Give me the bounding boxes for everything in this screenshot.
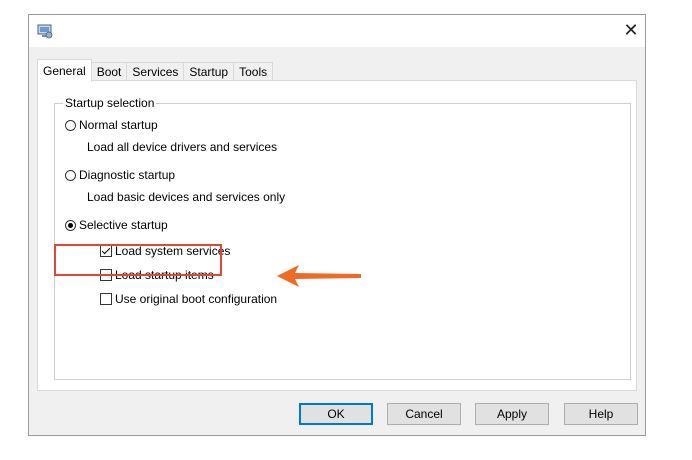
checkbox-unchecked[interactable] xyxy=(100,293,112,305)
tab-bar: General Boot Services Startup Tools xyxy=(37,59,274,82)
diagnostic-startup-description: Load basic devices and services only xyxy=(87,190,286,204)
msconfig-icon xyxy=(37,23,53,39)
dialog-button-bar: OK Cancel Apply Help xyxy=(29,401,645,429)
use-original-boot-checkbox[interactable]: Use original boot configuration xyxy=(100,292,277,306)
use-original-boot-label: Use original boot configuration xyxy=(115,292,278,306)
tab-services[interactable]: Services xyxy=(126,62,185,82)
general-tab-panel: Startup selection Normal startup Load al… xyxy=(37,80,637,391)
title-bar: ✕ xyxy=(29,15,645,47)
system-configuration-window: ✕ General Boot Services Startup Tools St… xyxy=(28,14,646,436)
close-icon[interactable]: ✕ xyxy=(617,15,645,45)
tab-boot[interactable]: Boot xyxy=(90,62,128,82)
normal-startup-description: Load all device drivers and services xyxy=(87,140,278,154)
startup-selection-group: Startup selection Normal startup Load al… xyxy=(54,96,631,380)
ok-button[interactable]: OK xyxy=(299,403,373,425)
diagnostic-startup-label: Diagnostic startup xyxy=(79,168,176,182)
group-label: Startup selection xyxy=(63,96,157,110)
tab-tools[interactable]: Tools xyxy=(233,62,274,82)
cancel-button[interactable]: Cancel xyxy=(387,403,461,425)
tab-startup[interactable]: Startup xyxy=(183,62,235,82)
radio-button[interactable] xyxy=(65,119,76,131)
selective-startup-radio[interactable]: Selective startup xyxy=(65,218,168,232)
normal-startup-radio[interactable]: Normal startup xyxy=(65,118,158,132)
help-button[interactable]: Help xyxy=(564,403,638,425)
tab-general[interactable]: General xyxy=(37,59,92,82)
apply-button[interactable]: Apply xyxy=(475,403,549,425)
diagnostic-startup-radio[interactable]: Diagnostic startup xyxy=(65,168,175,182)
normal-startup-label: Normal startup xyxy=(79,118,158,132)
annotation-arrow-icon xyxy=(277,265,361,287)
radio-button[interactable] xyxy=(65,169,76,181)
highlight-annotation-box xyxy=(54,244,222,276)
radio-button-selected[interactable] xyxy=(65,219,76,231)
selective-startup-label: Selective startup xyxy=(79,218,168,232)
